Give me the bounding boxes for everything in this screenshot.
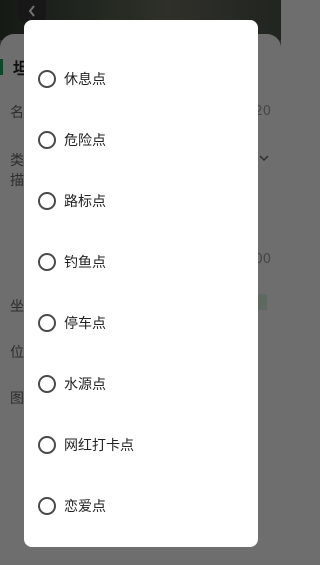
radio-unchecked-icon (38, 192, 56, 210)
option-signpost-point[interactable]: 路标点 (38, 189, 106, 213)
option-parking-point[interactable]: 停车点 (38, 311, 106, 335)
option-label: 水源点 (64, 377, 106, 393)
option-water-point[interactable]: 水源点 (38, 372, 106, 396)
option-fishing-point[interactable]: 钓鱼点 (38, 250, 106, 274)
option-rest-point[interactable]: 休息点 (38, 67, 106, 91)
option-label: 网红打卡点 (64, 438, 134, 454)
radio-unchecked-icon (38, 375, 56, 393)
option-label: 危险点 (64, 133, 106, 149)
option-label: 休息点 (64, 72, 106, 88)
option-danger-point[interactable]: 危险点 (38, 128, 106, 152)
radio-unchecked-icon (38, 70, 56, 88)
option-label: 钓鱼点 (64, 255, 106, 271)
option-label: 路标点 (64, 194, 106, 210)
radio-unchecked-icon (38, 253, 56, 271)
radio-unchecked-icon (38, 314, 56, 332)
radio-unchecked-icon (38, 436, 56, 454)
option-label: 恋爱点 (64, 499, 106, 515)
radio-unchecked-icon (38, 497, 56, 515)
poi-type-dialog: 休息点 危险点 路标点 钓鱼点 停车点 水源点 网红打卡点 恋爱点 (24, 20, 258, 547)
option-label: 停车点 (64, 316, 106, 332)
option-checkin-point[interactable]: 网红打卡点 (38, 433, 134, 457)
option-romance-point[interactable]: 恋爱点 (38, 494, 106, 518)
radio-unchecked-icon (38, 131, 56, 149)
